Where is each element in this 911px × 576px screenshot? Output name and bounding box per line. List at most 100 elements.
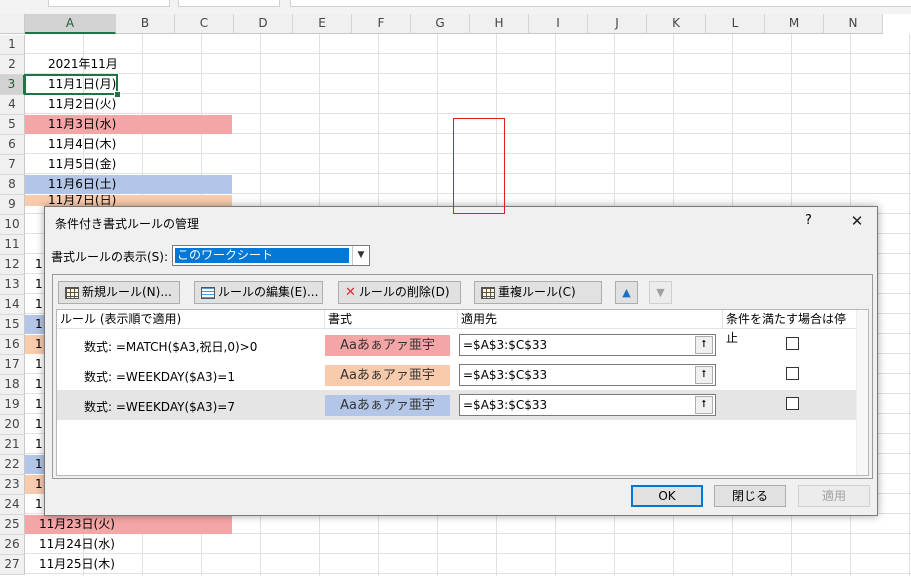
delete-x-icon: ✕ [345,285,356,300]
rule-row-3[interactable]: 数式: =WEEKDAY($A3)=7 Aaあぁアァ亜宇 =$A$3:$C$33… [57,390,858,420]
cell-a13-partial[interactable]: 1 [35,275,44,294]
cell-a15-partial[interactable]: 1 [35,315,44,334]
column-header-j[interactable]: J [588,14,647,34]
duplicate-rule-button[interactable]: 重複ルール(C) [474,281,602,304]
cell-a6[interactable]: 11月4日(木) [44,135,120,154]
duplicate-rule-label: 重複ルール(C) [498,285,576,299]
cell-a7[interactable]: 11月5日(金) [44,155,120,174]
cell-a19-partial[interactable]: 1 [35,395,44,414]
row-header-16[interactable]: 16 [0,335,25,355]
cell-a24-partial[interactable]: 1 [35,495,44,514]
cell-a20-partial[interactable]: 1 [35,415,44,434]
column-header-i[interactable]: I [529,14,588,34]
row-header-14[interactable]: 14 [0,295,25,315]
rule-row-2[interactable]: 数式: =WEEKDAY($A3)=1 Aaあぁアァ亜宇 =$A$3:$C$33… [57,360,858,390]
row-header-21[interactable]: 21 [0,435,25,455]
row-header-9[interactable]: 9 [0,195,25,215]
cell-a2[interactable]: 2021年11月 [44,55,122,74]
cell-a22-partial[interactable]: 1 [35,455,44,474]
row-header-7[interactable]: 7 [0,155,25,175]
row-header-5[interactable]: 5 [0,115,25,135]
row-header-27[interactable]: 27 [0,555,25,575]
cell-a17-partial[interactable]: 1 [35,355,44,374]
move-up-button[interactable]: ▲ [615,281,638,304]
name-box[interactable] [48,0,170,7]
cell-a4[interactable]: 11月2日(火) [44,95,120,114]
row-header-25[interactable]: 25 [0,515,25,535]
formula-buttons[interactable] [178,0,280,7]
row-header-17[interactable]: 17 [0,355,25,375]
cell-a27[interactable]: 11月25日(木) [35,555,119,574]
column-header-b[interactable]: B [116,14,175,34]
select-all-corner[interactable] [0,14,25,34]
row-header-26[interactable]: 26 [0,535,25,555]
move-down-button[interactable]: ▼ [649,281,672,304]
stop-if-true-checkbox[interactable] [786,397,799,410]
column-header-n[interactable]: N [824,14,883,34]
row-header-4[interactable]: 4 [0,95,25,115]
column-header-g[interactable]: G [411,14,470,34]
cell-a25[interactable]: 11月23日(火) [35,515,119,534]
applies-to-input[interactable]: =$A$3:$C$33 ⭡ [459,364,716,386]
row-header-8[interactable]: 8 [0,175,25,195]
chevron-down-icon[interactable]: ▼ [352,246,369,265]
fill-handle[interactable] [114,91,121,98]
row-header-24[interactable]: 24 [0,495,25,515]
column-header-d[interactable]: D [234,14,293,34]
row-header-23[interactable]: 23 [0,475,25,495]
range-picker-icon[interactable]: ⭡ [695,336,713,354]
row-header-19[interactable]: 19 [0,395,25,415]
column-header-f[interactable]: F [352,14,411,34]
row-header-22[interactable]: 22 [0,455,25,475]
row-header-3[interactable]: 3 [0,75,25,95]
row-header-18[interactable]: 18 [0,375,25,395]
stop-if-true-checkbox[interactable] [786,367,799,380]
apply-button[interactable]: 適用 [798,485,870,507]
cell-a12-partial[interactable]: 1 [35,255,44,274]
cell-a8[interactable]: 11月6日(土) [44,175,120,194]
delete-rule-button[interactable]: ✕ ルールの削除(D) [338,281,461,304]
cell-a21-partial[interactable]: 1 [35,435,44,454]
cell-a23-partial[interactable]: 1 [35,475,44,494]
close-icon[interactable]: ✕ [842,207,872,235]
row-header-10[interactable]: 10 [0,215,25,235]
cell-a9[interactable]: 11月7日(日) [44,195,120,206]
new-rule-button[interactable]: 新規ルール(N)... [58,281,180,304]
formula-input[interactable] [290,0,911,7]
range-picker-icon[interactable]: ⭡ [695,366,713,384]
cell-a16-partial[interactable]: 1 [35,335,44,354]
rule-row-1[interactable]: 数式: =MATCH($A3,祝日,0)>0 Aaあぁアァ亜宇 =$A$3:$C… [57,330,858,360]
column-header-c[interactable]: C [175,14,234,34]
row-header-15[interactable]: 15 [0,315,25,335]
row-header-20[interactable]: 20 [0,415,25,435]
list-scrollbar[interactable] [856,310,868,475]
column-header-m[interactable]: M [765,14,824,34]
row-header-11[interactable]: 11 [0,235,25,255]
cell-a5[interactable]: 11月3日(水) [44,115,120,134]
formula-bar-strip [0,0,911,14]
range-picker-icon[interactable]: ⭡ [695,396,713,414]
row-header-1[interactable]: 1 [0,35,25,55]
row-header-13[interactable]: 13 [0,275,25,295]
applies-to-input[interactable]: =$A$3:$C$33 ⭡ [459,394,716,416]
chevron-down-icon: ▼ [656,286,665,299]
stop-if-true-checkbox[interactable] [786,337,799,350]
column-header-h[interactable]: H [470,14,529,34]
column-header-l[interactable]: L [706,14,765,34]
row-header-2[interactable]: 2 [0,55,25,75]
column-header-a[interactable]: A [25,14,116,34]
rule-scope-select[interactable]: このワークシート ▼ [172,245,370,266]
row-header-6[interactable]: 6 [0,135,25,155]
row-header-12[interactable]: 12 [0,255,25,275]
close-button[interactable]: 閉じる [714,485,786,507]
applies-to-input[interactable]: =$A$3:$C$33 ⭡ [459,334,716,356]
cell-a14-partial[interactable]: 1 [35,295,44,314]
column-header-e[interactable]: E [293,14,352,34]
rules-panel: 新規ルール(N)... ルールの編集(E)... ✕ ルールの削除(D) 重複ルー… [52,274,873,479]
column-header-k[interactable]: K [647,14,706,34]
help-button[interactable]: ? [805,213,812,228]
ok-button[interactable]: OK [631,485,703,507]
cell-a26[interactable]: 11月24日(水) [35,535,119,554]
cell-a18-partial[interactable]: 1 [35,375,44,394]
edit-rule-button[interactable]: ルールの編集(E)... [194,281,323,304]
